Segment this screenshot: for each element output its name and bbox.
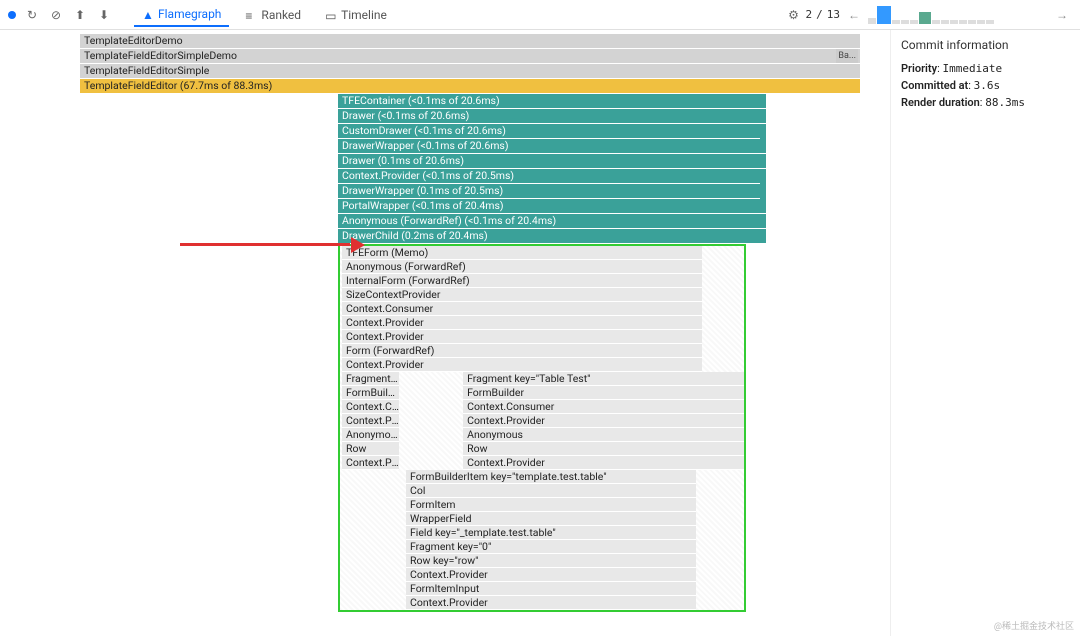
flame-bar[interactable]: Col	[406, 484, 696, 498]
committed-row: Committed at: 3.6s	[901, 79, 1070, 92]
priority-value: Immediate	[942, 62, 1002, 75]
flame-bar[interactable]: DrawerWrapper (<0.1ms of 20.6ms)	[338, 139, 766, 153]
flamegraph-icon: ▲	[142, 8, 154, 20]
flame-bar[interactable]: Context.Provider	[463, 456, 744, 470]
flame-bar[interactable]: FormItem	[406, 498, 696, 512]
flame-bar[interactable]: SizeContextProvider	[342, 288, 702, 302]
flame-bar[interactable]: TFEContainer (<0.1ms of 20.6ms)	[338, 94, 766, 108]
flame-label: TemplateFieldEditorSimpleDemo	[84, 49, 237, 62]
flame-bar[interactable]: Anonymous (ForwardRef) (<0.1ms of 20.4ms…	[338, 214, 766, 228]
prev-arrow-icon[interactable]: ←	[844, 8, 864, 22]
flame-bar[interactable]: TFEForm (Memo)	[342, 246, 702, 260]
flame-bar[interactable]: Fragment key="Table Test"	[463, 372, 744, 386]
flame-bar[interactable]: Context.Provider (<0.1ms of 20.5ms)	[338, 169, 766, 183]
flame-bar[interactable]: TemplateFieldEditorSimpleDemo Ba...	[80, 49, 860, 63]
flame-bar[interactable]: FormBuilderItem key="template.test.table…	[406, 470, 696, 484]
gear-icon[interactable]: ⚙	[786, 7, 802, 23]
flame-bar[interactable]: TemplateFieldEditorSimple	[80, 64, 860, 78]
committed-value: 3.6s	[974, 79, 1001, 92]
flame-bar[interactable]: Row	[463, 442, 744, 456]
commit-overview-chart[interactable]	[868, 6, 1048, 24]
flame-bar[interactable]: TemplateEditorDemo	[80, 34, 860, 48]
commit-counter-current: 2	[806, 8, 813, 21]
flamegraph-area[interactable]: TemplateEditorDemo TemplateFieldEditorSi…	[0, 30, 890, 636]
flame-bar[interactable]: Anonymous	[342, 428, 399, 442]
flame-bar[interactable]: Field key="_template.test.table"	[406, 526, 696, 540]
tab-ranked[interactable]: ≡ Ranked	[237, 4, 309, 26]
render-label: Render duration	[901, 96, 980, 109]
watermark: @稀土掘金技术社区	[994, 619, 1074, 632]
flame-bar[interactable]: FormBuilder	[342, 386, 399, 400]
flame-bar[interactable]: Drawer (0.1ms of 20.6ms)	[338, 154, 766, 168]
flame-bar[interactable]: CustomDrawer (<0.1ms of 20.6ms)	[338, 124, 766, 138]
commit-counter-sep: /	[816, 8, 823, 21]
tab-label-timeline: Timeline	[341, 8, 387, 22]
tab-label-ranked: Ranked	[261, 8, 301, 22]
flame-bar-selected[interactable]: TemplateFieldEditor (67.7ms of 88.3ms)	[80, 79, 860, 93]
flame-bar[interactable]: DrawerWrapper (0.1ms of 20.5ms)	[338, 184, 766, 198]
flame-bar[interactable]: Context.Provider	[342, 316, 702, 330]
download-icon[interactable]: ⬇	[96, 7, 112, 23]
priority-label: Priority	[901, 62, 937, 75]
flame-bar[interactable]: InternalForm (ForwardRef)	[342, 274, 702, 288]
flame-bar[interactable]: Context.Provider	[342, 330, 702, 344]
tab-timeline[interactable]: ▭ Timeline	[317, 4, 395, 26]
reload-icon[interactable]: ↻	[24, 7, 40, 23]
highlight-region: TFEForm (Memo) Anonymous (ForwardRef) In…	[338, 244, 746, 612]
flame-bar[interactable]: DrawerChild (0.2ms of 20.4ms)	[338, 229, 766, 243]
upload-icon[interactable]: ⬆	[72, 7, 88, 23]
flame-bar[interactable]: Context.Pr...	[342, 414, 399, 428]
flame-bar[interactable]: Drawer (<0.1ms of 20.6ms)	[338, 109, 766, 123]
tab-flamegraph[interactable]: ▲ Flamegraph	[134, 3, 229, 27]
toolbar-center: ⚙ 2 / 13 ← →	[786, 6, 1073, 24]
timeline-icon: ▭	[325, 9, 337, 21]
flame-bar[interactable]: Fragment key="0"	[406, 540, 696, 554]
toolbar: ↻ ⊘ ⬆ ⬇ ▲ Flamegraph ≡ Ranked ▭ Timeline…	[0, 0, 1080, 30]
flame-bar[interactable]: FormBuilder	[463, 386, 744, 400]
flame-bar[interactable]: Context.Pr...	[342, 456, 399, 470]
flame-bar[interactable]: Context.Provider	[463, 414, 744, 428]
priority-row: Priority: Immediate	[901, 62, 1070, 75]
toolbar-left: ↻ ⊘ ⬆ ⬇ ▲ Flamegraph ≡ Ranked ▭ Timeline	[8, 3, 395, 27]
commit-counter-total: 13	[827, 8, 840, 21]
flame-bar[interactable]: Anonymous (ForwardRef)	[342, 260, 702, 274]
render-value: 88.3ms	[985, 96, 1025, 109]
flame-bar[interactable]: FormItemInput	[406, 582, 696, 596]
flame-bar[interactable]: Context.Co...	[342, 400, 399, 414]
panel-title: Commit information	[901, 38, 1070, 52]
flame-bar[interactable]: Context.Provider	[406, 596, 696, 610]
clear-icon[interactable]: ⊘	[48, 7, 64, 23]
next-arrow-icon[interactable]: →	[1052, 8, 1072, 22]
render-row: Render duration: 88.3ms	[901, 96, 1070, 109]
flame-bar[interactable]: WrapperField	[406, 512, 696, 526]
flame-bar[interactable]: Anonymous	[463, 428, 744, 442]
flame-bar[interactable]: Context.Consumer	[463, 400, 744, 414]
ranked-icon: ≡	[245, 9, 257, 21]
flame-bar[interactable]: Context.Consumer	[342, 302, 702, 316]
record-dot-icon[interactable]	[8, 11, 16, 19]
flame-bar[interactable]: PortalWrapper (<0.1ms of 20.4ms)	[338, 199, 766, 213]
flame-bar[interactable]: Row	[342, 442, 399, 456]
flame-badge: Ba...	[836, 49, 858, 63]
flame-bar[interactable]: Context.Provider	[406, 568, 696, 582]
main: TemplateEditorDemo TemplateFieldEditorSi…	[0, 30, 1080, 636]
flame-bar[interactable]: Row key="row"	[406, 554, 696, 568]
commit-info-panel: Commit information Priority: Immediate C…	[890, 30, 1080, 636]
flame-bar[interactable]: Context.Provider	[342, 358, 702, 372]
committed-label: Committed at	[901, 79, 968, 92]
tab-label-flamegraph: Flamegraph	[158, 7, 221, 21]
flame-bar[interactable]: Form (ForwardRef)	[342, 344, 702, 358]
flame-stubs	[760, 130, 766, 206]
flame-bar[interactable]: Fragment k...	[342, 372, 399, 386]
